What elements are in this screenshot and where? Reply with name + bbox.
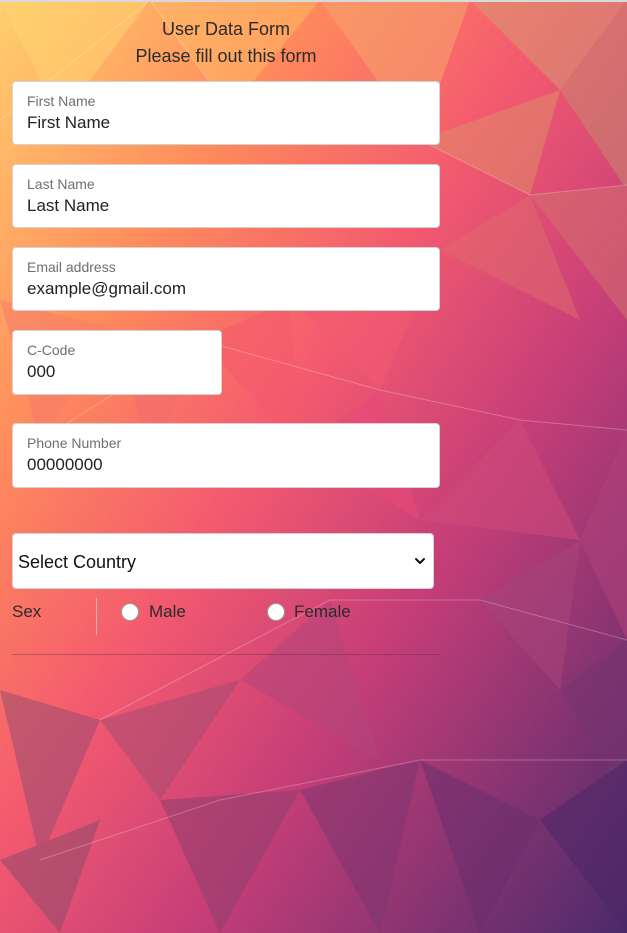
user-data-form: User Data Form Please fill out this form…: [0, 0, 627, 933]
country-select[interactable]: Select Country: [12, 533, 434, 589]
phone-number-input[interactable]: [27, 455, 425, 475]
c-code-label: C-Code: [27, 342, 76, 358]
last-name-label: Last Name: [27, 176, 95, 192]
male-radio[interactable]: [121, 603, 139, 621]
phone-number-field[interactable]: Phone Number: [12, 423, 440, 488]
first-name-input[interactable]: [27, 113, 425, 133]
sex-divider: [96, 598, 97, 635]
first-name-label: First Name: [27, 93, 96, 109]
first-name-field[interactable]: First Name: [12, 81, 440, 145]
c-code-input[interactable]: [27, 362, 207, 382]
phone-number-label: Phone Number: [27, 435, 122, 451]
male-radio-label[interactable]: Male: [149, 602, 186, 622]
form-subtitle: Please fill out this form: [135, 46, 317, 66]
female-radio[interactable]: [267, 603, 285, 621]
last-name-input[interactable]: [27, 196, 425, 216]
email-label: Email address: [27, 259, 116, 275]
sex-label: Sex: [12, 602, 42, 621]
email-input[interactable]: [27, 279, 425, 299]
country-select-value: Select Country: [18, 552, 137, 572]
top-border: [0, 0, 627, 2]
form-title: User Data Form: [161, 19, 291, 39]
female-radio-label[interactable]: Female: [294, 602, 351, 622]
email-field[interactable]: Email address: [12, 247, 440, 311]
form-divider: [12, 654, 440, 655]
c-code-field[interactable]: C-Code: [12, 330, 222, 395]
last-name-field[interactable]: Last Name: [12, 164, 440, 228]
chevron-down-icon: [415, 558, 425, 564]
